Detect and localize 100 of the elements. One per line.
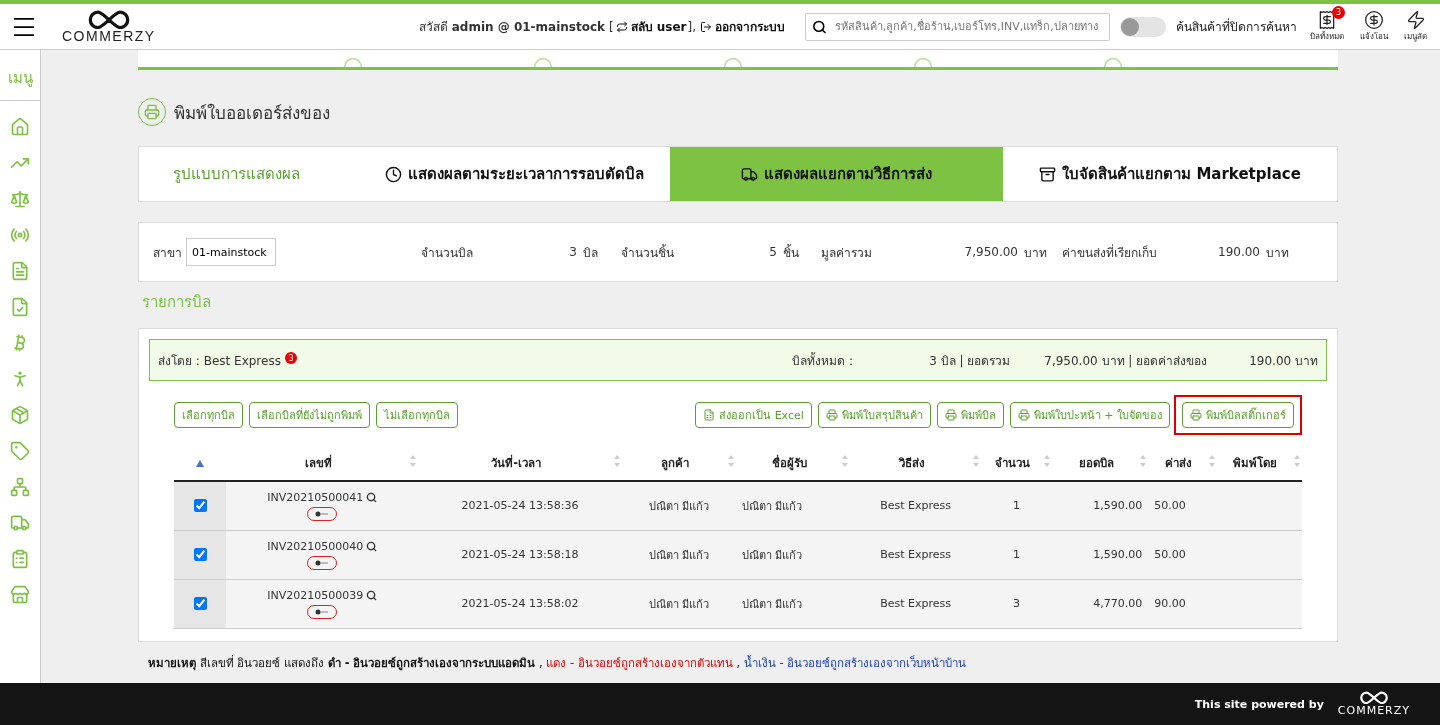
greeting-text: สวัสดี admin @ 01-mainstock [ [418,19,614,36]
printer-icon [1190,409,1202,421]
toggle-label: ค้นสินค้าที่ปิดการค้นหา [1176,17,1297,36]
dollar-icon [1364,10,1384,30]
stat-label: จำนวนชิ้น [621,243,675,262]
stat-value: 7,950.00 [964,245,1019,259]
bolt-icon [1405,10,1426,30]
printer-icon [1017,409,1030,421]
note-text: หมายเหตุ สีเลขที่ อินวอยซ์ แสดงถึง ดำ - อินวอยซ์ถูกสร้างเองจากระบบแอดมิน , แดง - อินวอยซ์ถูกสร้างเองจากตัวแทน , น้ำเงิน - อินวอยซ์ถูกสร้างเองจากเว็บหน้าบ้าน [148,654,968,672]
sort-icon[interactable] [1207,453,1216,468]
table-cell: ปณิตา มีแก้ว [736,530,851,579]
total-amount: 7,950.00 บาท | ยอดค่าส่งของ [1044,352,1208,370]
view-tab[interactable]: แสดงผลแยกตามวิธีการส่ง [670,147,1003,201]
sort-icon[interactable] [409,453,418,468]
receipt-icon [1317,10,1337,30]
row-checkbox[interactable] [194,597,207,610]
menu-title: เมนู [0,50,40,101]
infinity-logo-icon [86,9,131,30]
display-label: รูปแบบการแสดงผล [172,164,301,185]
table-cell: ปณิตา มีแก้ว [736,579,851,628]
brand-name: COMMERZY [62,29,156,44]
row-checkbox[interactable] [194,548,207,561]
sort-icon[interactable] [612,453,621,468]
table-cell: Best Express [850,530,981,579]
table-cell: Best Express [850,579,981,628]
stat-label: มูลค่ารวม [821,244,873,262]
toggle-switch[interactable] [1120,16,1166,37]
shortcut-button[interactable]: แจ้งโอน [1357,10,1391,43]
stat-label: จำนวนบิล [421,244,474,262]
table-cell: Best Express [850,481,981,530]
home-icon[interactable] [10,117,30,137]
table-cell: ปณิตา มีแก้ว [621,579,736,628]
total-label: บิลทั้งหมด : [792,351,854,370]
stat-label: ค่าขนส่งที่เรียกเก็บ [1062,243,1158,262]
table-cell: 1 [981,530,1052,579]
sort-icon[interactable] [1293,453,1301,468]
clock-icon [385,165,402,183]
table-cell: 1,590.00 [1051,530,1149,579]
branch-field[interactable]: 01-mainstock [186,238,276,266]
network-icon[interactable] [10,477,30,497]
box-icon [1039,165,1057,183]
switch-user-link[interactable]: สลับ user [615,17,687,36]
table-cell: 1 [981,481,1052,530]
search-icon [812,18,827,35]
page-title: พิมพ์ใบออเดอร์ส่งของ [174,101,330,125]
table-cell: 50.00 [1148,481,1217,530]
stat-unit: บาท [1266,244,1290,262]
stat-value: 190.00 [1218,245,1261,259]
count-badge: 3 [284,352,297,364]
table-cell: 3 [981,579,1052,628]
logout-icon [700,20,712,33]
search-icon[interactable] [366,589,378,601]
sort-icon[interactable] [727,453,735,468]
table-cell: ปณิตา มีแก้ว [621,481,736,530]
section-title: รายการบิล [142,292,212,313]
swap-icon [615,20,628,33]
invoice-number[interactable]: INV20210500040 [267,539,364,553]
sort-asc-icon[interactable] [196,459,204,467]
stat-value: 3 [569,245,578,259]
logout-link[interactable]: ออกจากระบบ [700,17,785,36]
stat-value: 5 [769,245,778,259]
bracket-text: ], [687,19,696,34]
sort-icon[interactable] [841,453,850,468]
doc-icon[interactable] [10,297,30,317]
table-cell: 90.00 [1148,579,1217,628]
stat-unit: ชิ้น [783,243,800,262]
truck-icon [741,165,758,183]
store-icon[interactable] [10,585,30,605]
search-icon[interactable] [366,540,378,552]
table-cell: 1,590.00 [1051,481,1149,530]
truck-icon[interactable] [10,513,30,533]
stat-unit: บิล [583,244,599,262]
table-cell: 2021-05-24 13:58:02 [418,579,622,628]
report-icon[interactable] [10,549,30,569]
carrier-text: ส่งโดย : Best Express [158,352,281,370]
search-field[interactable]: รหัสสินค้า,ลูกค้า,ชื่อร้าน,เบอร์โทร,INV,แทร็ก,ปลายทาง [805,12,1110,41]
tag-icon[interactable] [10,441,30,461]
box-icon[interactable] [10,405,30,425]
row-checkbox[interactable] [194,499,207,513]
search-icon[interactable] [366,491,378,503]
sort-icon[interactable] [1139,453,1148,468]
sheet-icon[interactable] [10,261,30,281]
bill-count: 3 บิล | ยอดรวม [929,352,1011,370]
printer-icon [825,409,838,421]
table-cell: 50.00 [1148,530,1217,579]
shipping-amount: 190.00 บาท [1249,352,1318,370]
sort-icon[interactable] [1042,453,1051,468]
table-cell: ปณิตา มีแก้ว [736,481,851,530]
scale-icon[interactable] [10,189,30,209]
table-cell: ปณิตา มีแก้ว [621,530,736,579]
table-cell: 4,770.00 [1051,579,1149,628]
shortcut-button[interactable]: เมนูลัด [1401,10,1430,43]
sort-icon[interactable] [972,453,980,468]
invoice-number[interactable]: INV20210500041 [267,490,364,504]
stat-unit: บาท [1024,244,1048,262]
branch-label: สาขา [153,244,182,262]
table-cell: 2021-05-24 13:58:36 [418,481,622,530]
spreadsheet-icon [703,409,716,421]
infinity-logo-icon [1358,690,1389,705]
invoice-number[interactable]: INV20210500039 [267,588,364,602]
